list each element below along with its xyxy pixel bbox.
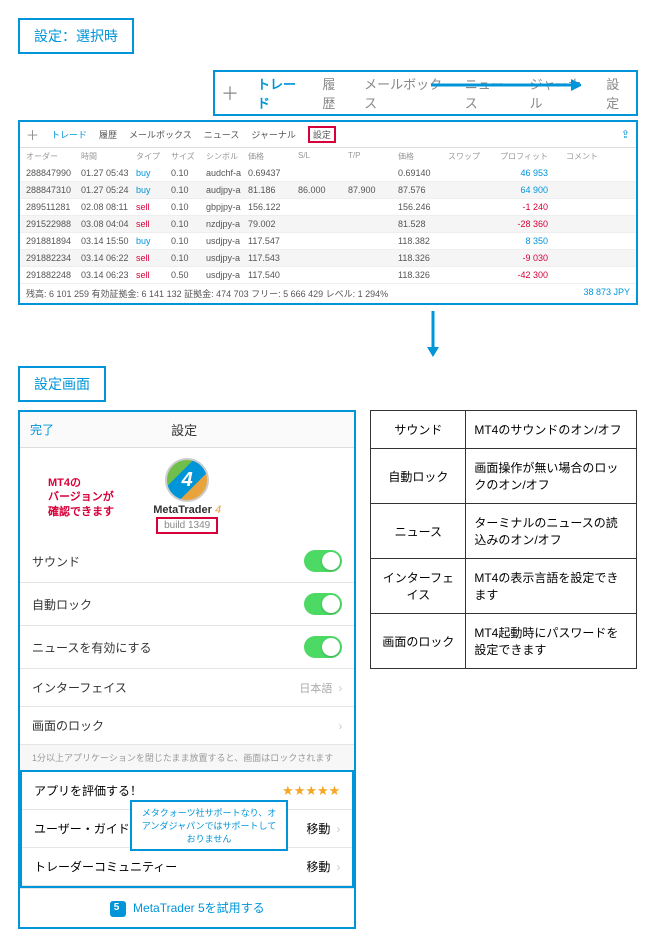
setting-autolock-label: 自動ロック xyxy=(32,596,304,613)
tab-trade[interactable]: トレード xyxy=(257,74,304,112)
desc-value: MT4の表示言語を設定できます xyxy=(466,559,637,614)
col-price2: 価格 xyxy=(398,151,448,162)
user-guide-row[interactable]: ユーザー・ガイド メタクォーツ社サポートなり、オアンダジャパンではサポートしてお… xyxy=(22,810,352,848)
col-tp: T/P xyxy=(348,151,398,162)
setting-news-label: ニュースを有効にする xyxy=(32,639,304,656)
tab-journal-small[interactable]: ジャーナル xyxy=(251,128,296,141)
plus-icon[interactable]: ＋ xyxy=(26,125,39,144)
lock-hint: 1分以上アプリケーションを閉じたまま放置すると、画面はロックされます xyxy=(20,745,354,770)
col-price1: 価格 xyxy=(248,151,298,162)
col-sl: S/L xyxy=(298,151,348,162)
col-order: オーダー xyxy=(26,151,81,162)
mt5-icon xyxy=(110,901,126,917)
settings-title: 設定 xyxy=(24,420,344,439)
trade-table-header: オーダー 時間 タイプ サイズ シンボル 価格 S/L T/P 価格 スワップ … xyxy=(20,148,636,165)
chevron-right-icon: › xyxy=(336,822,340,836)
table-row[interactable]: 28884799001.27 05:43buy0.10audchf-a0.694… xyxy=(20,165,636,182)
support-note: メタクォーツ社サポートなり、オアンダジャパンではサポートしておりません xyxy=(130,800,288,851)
export-icon[interactable]: ⇪ xyxy=(621,128,630,141)
col-type: タイプ xyxy=(136,151,171,162)
desc-key: 画面のロック xyxy=(371,614,466,669)
tab-settings-boxed[interactable]: 設定 xyxy=(308,126,336,143)
setting-autolock[interactable]: 自動ロック xyxy=(20,583,354,626)
community-row[interactable]: トレーダーコミュニティー 移動 › xyxy=(22,848,352,886)
trade-footer: 残高: 6 101 259 有効証拠金: 6 141 132 証拠金: 474 … xyxy=(20,284,636,303)
chevron-right-icon: › xyxy=(338,719,342,733)
community-label: トレーダーコミュニティー xyxy=(34,858,306,875)
app-icon-area: MT4の バージョンが 確認できます 4 MetaTrader 4 build … xyxy=(20,448,354,540)
table-row[interactable]: 28951128102.08 08:11sell0.10gbpjpy-a156.… xyxy=(20,199,636,216)
table-row: サウンドMT4のサウンドのオン/オフ xyxy=(371,411,637,449)
col-profit: プロフィット xyxy=(488,151,548,162)
settings-header: 完了 設定 xyxy=(20,412,354,448)
metatrader-logo-icon: 4 xyxy=(165,458,209,502)
try-mt5-link[interactable]: MetaTrader 5を試用する xyxy=(20,888,354,927)
section-title-select: 設定：選択時 xyxy=(18,18,134,54)
description-table: サウンドMT4のサウンドのオン/オフ自動ロック画面操作が無い場合のロックのオン/… xyxy=(370,410,637,669)
setting-interface[interactable]: インターフェイス 日本語 › xyxy=(20,669,354,707)
table-row[interactable]: 28884731001.27 05:24buy0.10audjpy-a81.18… xyxy=(20,182,636,199)
version-callout: MT4の バージョンが 確認できます xyxy=(48,476,114,519)
arrow-right-icon xyxy=(431,76,581,94)
col-time: 時間 xyxy=(81,151,136,162)
move-label: 移動 xyxy=(306,820,330,837)
desc-value: MT4のサウンドのオン/オフ xyxy=(466,411,637,449)
toggle-news[interactable] xyxy=(304,636,342,658)
desc-key: サウンド xyxy=(371,411,466,449)
table-row[interactable]: 29188223403.14 06:22sell0.10usdjpy-a117.… xyxy=(20,250,636,267)
toggle-sound[interactable] xyxy=(304,550,342,572)
setting-sound[interactable]: サウンド xyxy=(20,540,354,583)
tab-trade-small[interactable]: トレード xyxy=(51,128,87,141)
setting-interface-label: インターフェイス xyxy=(32,679,299,696)
toggle-autolock[interactable] xyxy=(304,593,342,615)
arrow-down-icon xyxy=(228,311,637,360)
main-tabs-bar: ＋ トレード 履歴 メールボックス ニュース ジャーナル 設定 xyxy=(213,70,638,116)
table-row: 自動ロック画面操作が無い場合のロックのオン/オフ xyxy=(371,449,637,504)
tab-settings[interactable]: 設定 xyxy=(606,74,630,112)
col-swap: スワップ xyxy=(448,151,488,162)
chevron-right-icon: › xyxy=(336,860,340,874)
plus-icon[interactable]: ＋ xyxy=(221,80,239,106)
setting-interface-value: 日本語 xyxy=(299,680,332,696)
bottom-section: 完了 設定 MT4の バージョンが 確認できます 4 MetaTrader 4 … xyxy=(18,410,637,929)
move-label: 移動 xyxy=(306,858,330,875)
top-section: ＋ トレード 履歴 メールボックス ニュース ジャーナル 設定 ＋ トレード 履… xyxy=(18,70,637,305)
tab-news-small[interactable]: ニュース xyxy=(204,128,240,141)
desc-value: ターミナルのニュースの読込みのオン/オフ xyxy=(466,504,637,559)
table-row: インターフェイスMT4の表示言語を設定できます xyxy=(371,559,637,614)
setting-screenlock[interactable]: 画面のロック › xyxy=(20,707,354,745)
table-row[interactable]: 29152298803.08 04:04sell0.10nzdjpy-a79.0… xyxy=(20,216,636,233)
trade-panel: ＋ トレード 履歴 メールボックス ニュース ジャーナル 設定 ⇪ オーダー 時… xyxy=(18,120,638,305)
chevron-right-icon: › xyxy=(338,681,342,695)
col-symbol: シンボル xyxy=(206,151,248,162)
desc-key: インターフェイス xyxy=(371,559,466,614)
tab-history-small[interactable]: 履歴 xyxy=(99,128,117,141)
setting-sound-label: サウンド xyxy=(32,553,304,570)
try-mt5-label: MetaTrader 5を試用する xyxy=(133,901,265,915)
setting-news[interactable]: ニュースを有効にする xyxy=(20,626,354,669)
table-row[interactable]: 29188224803.14 06:23sell0.50usdjpy-a117.… xyxy=(20,267,636,284)
table-row: ニュースターミナルのニュースの読込みのオン/オフ xyxy=(371,504,637,559)
desc-value: MT4起動時にパスワードを設定できます xyxy=(466,614,637,669)
total-profit: 38 873 JPY xyxy=(583,287,630,300)
tab-history[interactable]: 履歴 xyxy=(322,74,346,112)
trade-panel-tabs: ＋ トレード 履歴 メールボックス ニュース ジャーナル 設定 ⇪ xyxy=(20,122,636,148)
desc-key: 自動ロック xyxy=(371,449,466,504)
settings-panel: 完了 設定 MT4の バージョンが 確認できます 4 MetaTrader 4 … xyxy=(18,410,356,929)
star-icon: ★★★★★ xyxy=(282,783,340,799)
rate-app-label: アプリを評価する！ xyxy=(34,782,282,799)
balance-text: 残高: 6 101 259 有効証拠金: 6 141 132 証拠金: 474 … xyxy=(26,287,388,300)
links-group: アプリを評価する！ ★★★★★ ユーザー・ガイド メタクォーツ社サポートなり、オ… xyxy=(20,770,354,888)
table-row[interactable]: 29188189403.14 15:50buy0.10usdjpy-a117.5… xyxy=(20,233,636,250)
tab-mailbox-small[interactable]: メールボックス xyxy=(129,128,192,141)
desc-value: 画面操作が無い場合のロックのオン/オフ xyxy=(466,449,637,504)
setting-screenlock-label: 画面のロック xyxy=(32,717,332,734)
col-size: サイズ xyxy=(171,151,206,162)
build-version: build 1349 xyxy=(156,517,218,534)
section-title-settings: 設定画面 xyxy=(18,366,106,402)
col-comment: コメント xyxy=(548,151,598,162)
desc-key: ニュース xyxy=(371,504,466,559)
table-row: 画面のロックMT4起動時にパスワードを設定できます xyxy=(371,614,637,669)
